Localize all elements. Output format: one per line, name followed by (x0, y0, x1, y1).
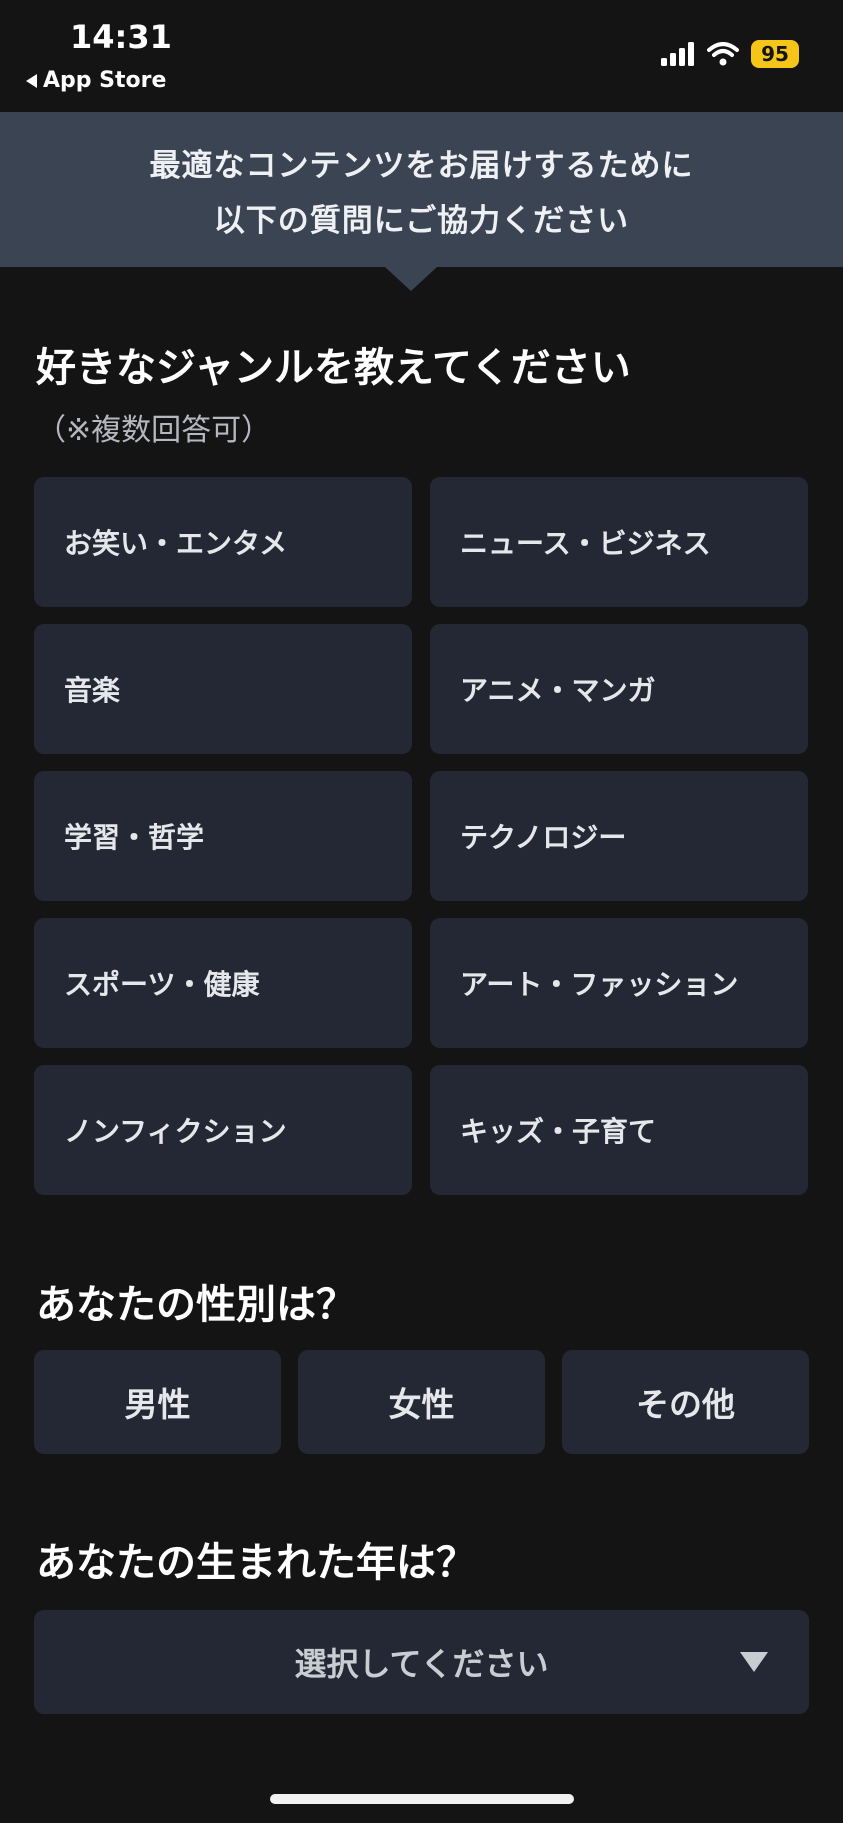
banner-pointer (385, 267, 437, 291)
genre-option-music[interactable]: 音楽 (34, 624, 412, 754)
home-indicator[interactable] (270, 1794, 574, 1804)
gender-option-female[interactable]: 女性 (298, 1350, 545, 1454)
intro-banner: 最適なコンテンツをお届けするために 以下の質問にご協力ください (0, 112, 843, 267)
status-icons: 95 (661, 40, 799, 68)
banner-line-2: 以下の質問にご協力ください (213, 202, 630, 239)
genre-options-grid: お笑い・エンタメ ニュース・ビジネス 音楽 アニメ・マンガ 学習・哲学 テクノロ… (34, 477, 809, 1195)
genre-option-anime-manga[interactable]: アニメ・マンガ (430, 624, 808, 754)
cellular-signal-icon (661, 42, 694, 66)
gender-option-male[interactable]: 男性 (34, 1350, 281, 1454)
back-to-app-store-link[interactable]: App Store (26, 68, 166, 93)
back-arrow-icon (26, 73, 37, 88)
genre-option-kids-parenting[interactable]: キッズ・子育て (430, 1065, 808, 1195)
wifi-icon (707, 42, 739, 66)
genre-option-art-fashion[interactable]: アート・ファッション (430, 918, 808, 1048)
back-link-label: App Store (43, 68, 167, 93)
genre-question-title: 好きなジャンルを教えてください (36, 345, 631, 391)
gender-options: 男性 女性 その他 (34, 1350, 809, 1454)
status-time: 14:31 (70, 18, 172, 56)
birth-year-select-placeholder: 選択してください (294, 1645, 549, 1683)
gender-option-other[interactable]: その他 (562, 1350, 809, 1454)
dropdown-arrow-icon (740, 1652, 768, 1672)
genre-option-sports-health[interactable]: スポーツ・健康 (34, 918, 412, 1048)
banner-line-1: 最適なコンテンツをお届けするために (149, 147, 694, 184)
birth-year-select[interactable]: 選択してください (34, 1610, 809, 1714)
genre-option-news-business[interactable]: ニュース・ビジネス (430, 477, 808, 607)
multiple-answers-note: （※複数回答可） (36, 413, 272, 448)
birth-year-question-title: あなたの生まれた年は？ (36, 1540, 476, 1586)
status-bar: 14:31 App Store 95 (0, 0, 843, 110)
genre-option-comedy-entertainment[interactable]: お笑い・エンタメ (34, 477, 412, 607)
genre-option-technology[interactable]: テクノロジー (430, 771, 808, 901)
gender-question-title: あなたの性別は？ (36, 1282, 356, 1328)
genre-option-learning-philosophy[interactable]: 学習・哲学 (34, 771, 412, 901)
genre-option-nonfiction[interactable]: ノンフィクション (34, 1065, 412, 1195)
battery-indicator: 95 (751, 40, 799, 68)
